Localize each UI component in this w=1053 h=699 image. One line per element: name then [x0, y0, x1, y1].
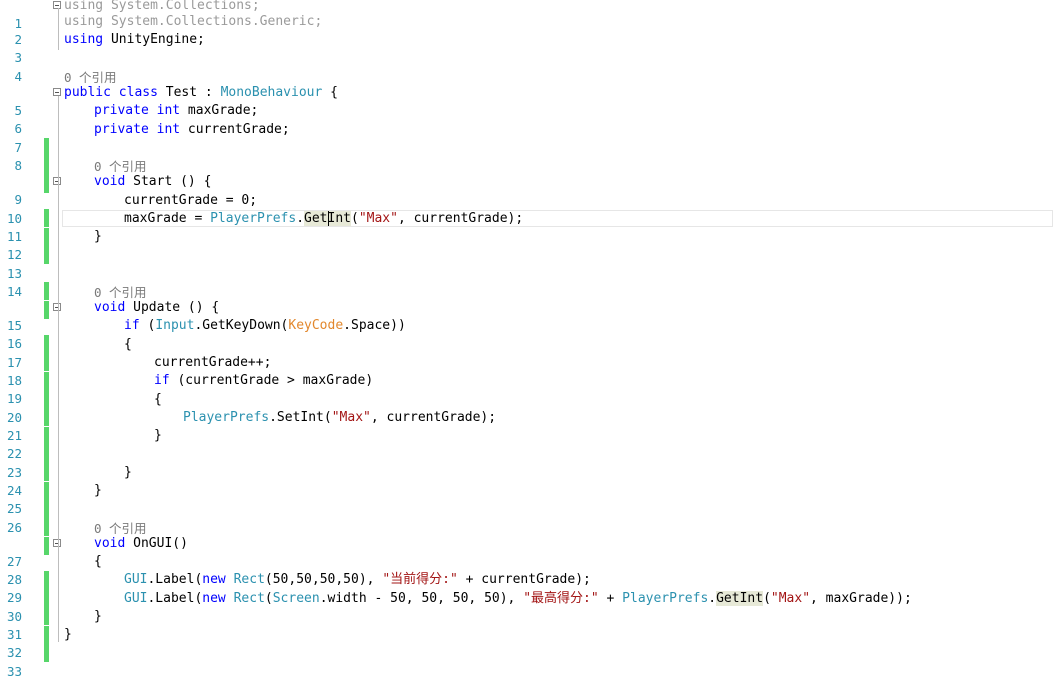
code-line[interactable]: 11 maxGrade = PlayerPrefs.GetInt("Max", … [0, 210, 1053, 264]
code-line[interactable]: 12 } [0, 228, 1053, 262]
code-line[interactable]: 4 [0, 50, 1053, 84]
code-line[interactable]: 13 [0, 247, 1053, 281]
line-number: 33 [6, 664, 22, 679]
code-line[interactable]: 3 using UnityEngine; [0, 31, 1053, 65]
code-line[interactable]: 23 [0, 446, 1053, 500]
collapse-icon[interactable] [53, 539, 61, 547]
code-editor[interactable]: 1 using System.Collections; 2 using Syst… [0, 0, 1053, 679]
code-line[interactable]: 17 { [0, 336, 1053, 390]
code-line[interactable]: 20 { [0, 391, 1053, 445]
code-line[interactable]: 28 { [0, 553, 1053, 607]
code-line[interactable]: 5 public class Test : MonoBehaviour { [0, 84, 1053, 118]
code-line[interactable]: 16 if (Input.GetKeyDown(KeyCode.Space)) [0, 317, 1053, 371]
code-line[interactable]: 27 void OnGUI() [0, 535, 1053, 589]
collapse-icon[interactable] [53, 303, 61, 311]
change-marker [44, 155, 49, 173]
collapse-icon[interactable] [53, 88, 61, 96]
code-line[interactable]: 33 [0, 645, 1053, 679]
code-line[interactable]: 24 } [0, 464, 1053, 518]
change-marker [44, 282, 49, 300]
code-line[interactable]: 21 PlayerPrefs.SetInt("Max", currentGrad… [0, 409, 1053, 463]
code-line[interactable]: 31 } [0, 608, 1053, 662]
code-line[interactable]: 29 GUI.Label(new Rect(50,50,50,50), "当前得… [0, 571, 1053, 625]
fold-guide [58, 8, 59, 50]
collapse-icon[interactable] [53, 177, 61, 185]
collapse-icon[interactable] [53, 1, 61, 9]
code-line[interactable]: 25 } [0, 482, 1053, 536]
code-line[interactable]: 2 using System.Collections.Generic; [0, 13, 1053, 47]
code-line[interactable]: 18 currentGrade++; [0, 354, 1053, 408]
change-marker [44, 518, 49, 536]
code-line[interactable]: 32 } [0, 626, 1053, 660]
code-line[interactable]: 6 private int maxGrade; [0, 102, 1053, 156]
code-line[interactable]: 9 void Start () { [0, 173, 1053, 227]
code-line[interactable]: 7 private int currentGrade; [0, 121, 1053, 175]
fold-guide [58, 96, 59, 642]
code-line[interactable]: 19 if (currentGrade > maxGrade) [0, 372, 1053, 426]
code-line[interactable]: 22 } [0, 427, 1053, 481]
code-line[interactable]: 15 void Update () { [0, 299, 1053, 353]
code-line[interactable]: 8 [0, 139, 1053, 193]
code-line[interactable]: 10 currentGrade = 0; [0, 192, 1053, 246]
code-line[interactable]: 14 [0, 265, 1053, 319]
code-line[interactable]: 26 [0, 501, 1053, 555]
code-line[interactable]: 30 GUI.Label(new Rect(Screen.width - 50,… [0, 590, 1053, 644]
